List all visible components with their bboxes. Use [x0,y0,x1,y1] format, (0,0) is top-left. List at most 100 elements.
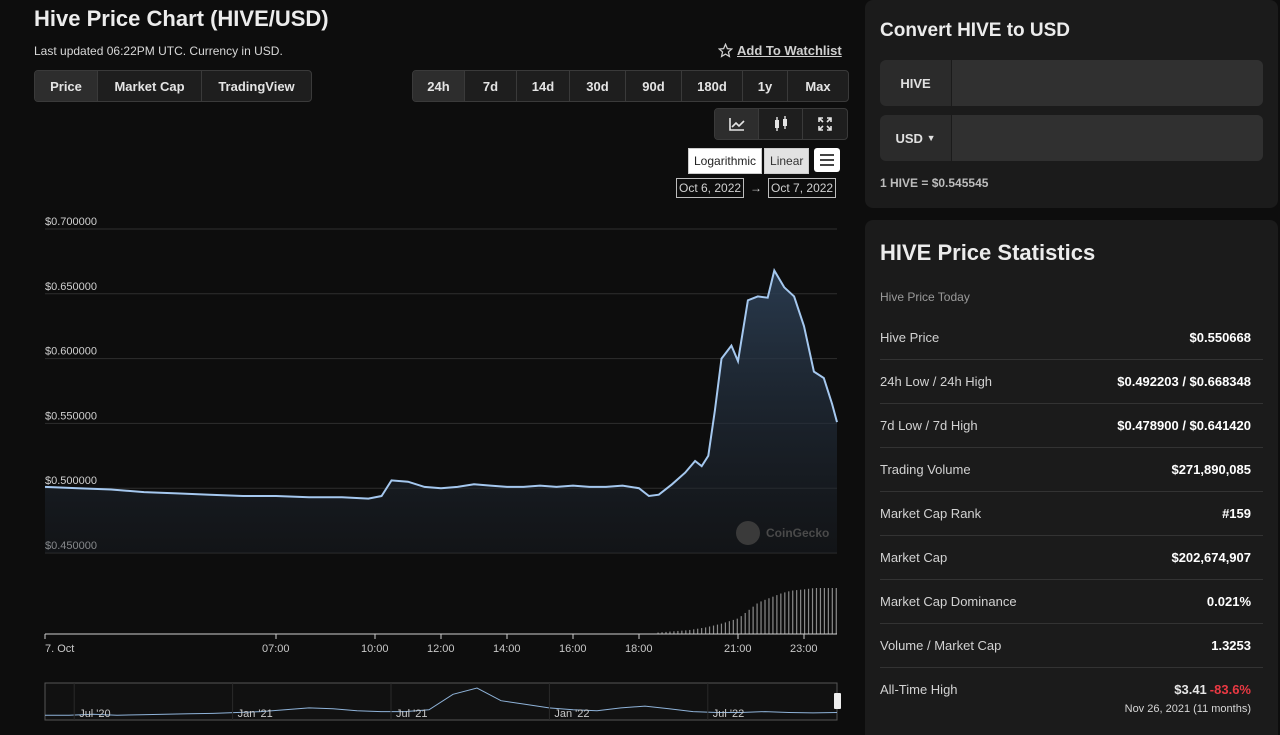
stat-label: Hive Price [880,330,940,345]
all-time-high-row: All-Time High $3.41 -83.6% Nov 26, 2021 (… [880,668,1263,728]
line-chart-icon [728,118,745,131]
range-7d[interactable]: 7d [465,71,517,101]
volume-bar [800,589,802,634]
tab-market-cap[interactable]: Market Cap [98,71,202,101]
stat-label: Market Cap Dominance [880,594,1017,609]
price-chart-panel: Hive Price Chart (HIVE/USD) Last updated… [0,0,862,735]
volume-bar [744,612,746,634]
volume-bar [693,629,695,634]
volume-bar [705,627,707,634]
price-area [45,270,837,553]
stat-value: #159 [1222,506,1251,521]
candlestick-icon [774,116,787,131]
volume-bar [811,588,814,634]
x-tick-label: 14:00 [493,643,521,655]
volume-bar [792,590,794,634]
candlestick-button[interactable] [759,109,803,139]
linear-button[interactable]: Linear [764,148,810,174]
volume-bar [776,595,778,634]
fullscreen-button[interactable] [803,109,847,139]
price-statistics-card: HIVE Price Statistics Hive Price Today H… [865,220,1278,735]
volume-bar [732,619,734,634]
stat-label: All-Time High [880,682,958,697]
y-tick-label: $0.700000 [45,216,97,228]
y-tick-label: $0.500000 [45,475,97,487]
stat-row: 24h Low / 24h High $0.492203 / $0.668348 [880,360,1263,404]
tab-tradingview[interactable]: TradingView [202,71,311,101]
watchlist-label: Add To Watchlist [737,43,842,58]
line-chart-button[interactable] [715,109,759,139]
volume-bar [756,603,758,634]
stat-row: Trading Volume $271,890,085 [880,448,1263,492]
date-arrow: → [750,181,763,195]
caret-down-icon: ▼ [926,133,936,143]
stat-label: Volume / Market Cap [880,638,1002,653]
volume-bar [681,630,683,634]
navigator-handle[interactable] [834,693,841,709]
x-tick-label: 18:00 [625,643,653,655]
currency-label: USD [895,130,923,146]
star-icon [718,43,733,58]
stat-row: Volume / Market Cap 1.3253 [880,624,1263,668]
stat-label: Market Cap [880,550,948,565]
volume-bar [807,588,810,634]
hive-amount-input[interactable] [952,60,1263,106]
stat-row: Market Cap Rank #159 [880,492,1263,536]
currency-select[interactable]: USD ▼ [880,115,952,161]
range-14d[interactable]: 14d [517,71,570,101]
volume-bar [708,626,711,634]
chart-menu-button[interactable] [814,148,840,172]
logarithmic-button[interactable]: Logarithmic [688,148,763,174]
range-max[interactable]: Max [788,71,848,101]
volume-bar [835,588,837,634]
volume-bar [740,616,742,634]
volume-bar [701,628,703,634]
date-to-input[interactable]: Oct 7, 2022 [768,178,837,198]
volume-bar [780,593,782,634]
x-tick-label: 21:00 [724,643,752,655]
stat-row: Market Cap $202,674,907 [880,536,1263,580]
volume-bar [760,601,762,634]
range-30d[interactable]: 30d [570,71,626,101]
volume-bar [788,591,790,634]
converter-title: Convert HIVE to USD [880,20,1071,41]
menu-icon [820,154,834,156]
volume-bar [716,624,719,634]
tab-price[interactable]: Price [35,71,98,101]
ath-change: -83.6% [1209,682,1251,697]
hive-input-row: HIVE [880,60,1263,106]
stats-subtitle: Hive Price Today [880,290,970,304]
range-24h[interactable]: 24h [413,71,465,101]
view-tabs: Price Market Cap TradingView [34,70,312,102]
date-range: Oct 6, 2022 → Oct 7, 2022 [676,178,837,198]
stat-label: 7d Low / 7d High [880,418,978,433]
volume-bar [819,588,822,634]
volume-bar [728,621,730,634]
volume-bar [736,618,738,634]
volume-bar [724,622,726,634]
volume-bar [827,588,829,634]
ath-price: $3.41 [1174,682,1207,697]
price-chart[interactable]: $0.700000 $0.650000 $0.600000 $0.550000 $0.5… [0,200,862,735]
usd-amount-input[interactable] [952,115,1263,161]
conversion-rate: 1 HIVE = $0.545545 [880,176,989,190]
navigator-label: Jan '21 [238,708,273,720]
ath-values: $3.41 -83.6% Nov 26, 2021 (11 months) [1125,682,1251,715]
range-tabs: 24h 7d 14d 30d 90d 180d 1y Max [412,70,849,102]
volume-bar [712,625,715,634]
stat-value: 0.021% [1206,594,1251,609]
x-tick-label: 23:00 [790,643,818,655]
y-tick-label: $0.550000 [45,410,97,422]
date-from-input[interactable]: Oct 6, 2022 [676,178,745,198]
range-navigator: Jul '20 Jan '21 Jul '21 Jan '22 Jul '22 [44,682,841,721]
range-180d[interactable]: 180d [682,71,743,101]
range-1y[interactable]: 1y [743,71,788,101]
stat-value: $0.492203 / $0.668348 [1117,374,1251,389]
stat-value: $271,890,085 [1171,462,1251,477]
navigator-label: Jan '22 [554,708,589,720]
range-90d[interactable]: 90d [626,71,682,101]
volume-bar [748,609,750,634]
add-to-watchlist-link[interactable]: Add To Watchlist [718,43,842,58]
x-tick-label: 7. Oct [45,643,74,655]
stat-value: $0.478900 / $0.641420 [1117,418,1251,433]
